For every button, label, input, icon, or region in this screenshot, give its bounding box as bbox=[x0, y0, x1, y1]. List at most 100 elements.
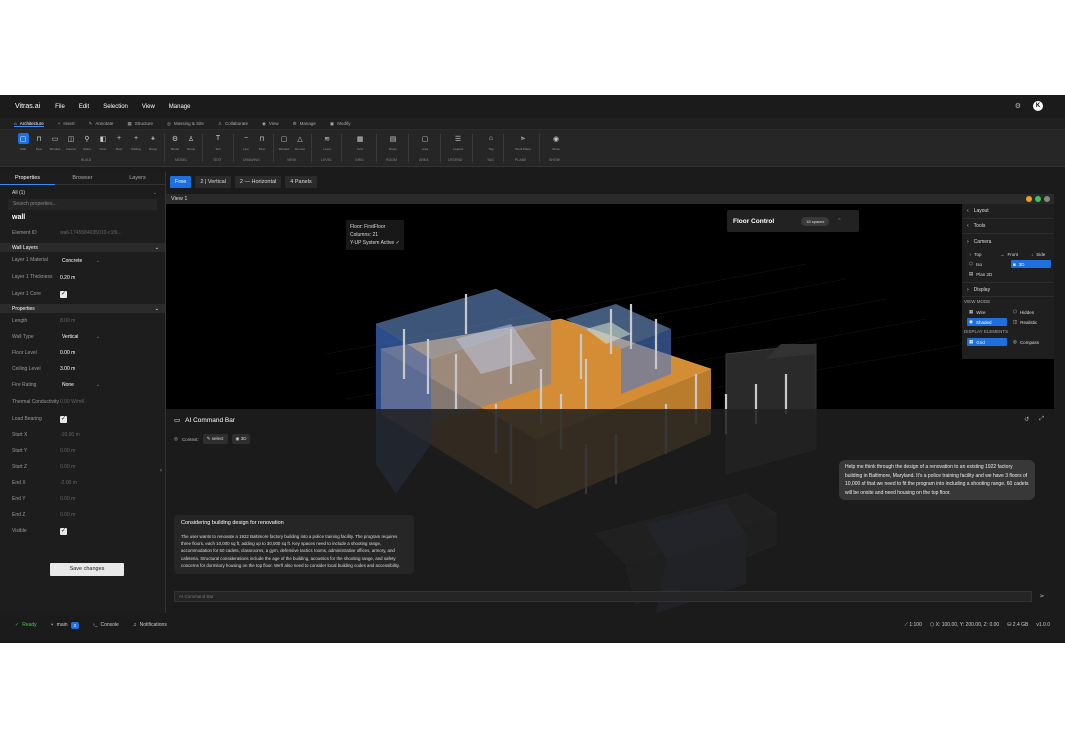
property-value[interactable]: -2.00 m bbox=[60, 480, 77, 486]
property-select[interactable]: Vertical ⌄ bbox=[60, 332, 102, 342]
tools-section[interactable]: ‹ Tools bbox=[962, 219, 1054, 234]
tool-view-window[interactable]: ▢ Window bbox=[277, 133, 291, 161]
layout-section[interactable]: ‹ Layout bbox=[962, 204, 1054, 219]
menu-manage[interactable]: Manage bbox=[169, 104, 191, 110]
mode-realistic[interactable]: ◫ Realistic bbox=[1011, 318, 1051, 326]
tool-column[interactable]: ◫ Column bbox=[64, 133, 78, 161]
tool-tag[interactable]: ⌂ Tag bbox=[484, 133, 498, 161]
camera-iso[interactable]: ⬡ Iso bbox=[967, 260, 1007, 268]
tab-manage[interactable]: ⚙ Manage bbox=[293, 121, 316, 127]
tool-grid[interactable]: ▦ Grid bbox=[353, 133, 367, 161]
tool-work-plane[interactable]: ⫸ Work Plane bbox=[515, 133, 530, 161]
settings-icon[interactable]: ⚙ bbox=[1015, 102, 1021, 110]
menu-file[interactable]: File bbox=[55, 104, 65, 110]
tool-dormer[interactable]: △ Dormer bbox=[293, 133, 307, 161]
expand-icon[interactable]: ⤢ bbox=[1039, 416, 1044, 423]
property-value[interactable]: 0.00 m bbox=[60, 448, 75, 454]
command-input[interactable]: AI Command Bar bbox=[174, 591, 1032, 602]
tab-collaborate[interactable]: ♙ Collaborate bbox=[218, 121, 248, 127]
tool-drawing-door[interactable]: ⊓ Door bbox=[255, 133, 269, 161]
send-icon[interactable]: ➢ bbox=[1039, 592, 1045, 600]
camera-side[interactable]: ↓ Side bbox=[1029, 250, 1054, 258]
tab-browser[interactable]: Browser bbox=[55, 172, 110, 185]
layer-core-checkbox[interactable]: ✓ bbox=[60, 290, 67, 298]
camera-plan-2d[interactable]: ▤ Plan 2D bbox=[967, 270, 1007, 278]
tool-ramp[interactable]: ⚹ Ramp bbox=[146, 133, 160, 161]
layout-free[interactable]: Free bbox=[170, 176, 192, 188]
display-section[interactable]: › Display bbox=[962, 282, 1054, 297]
tool-roof[interactable]: + Roof bbox=[112, 133, 126, 161]
tool-room[interactable]: ▤ Room bbox=[386, 133, 400, 161]
property-value[interactable]: 3.00 m bbox=[60, 366, 75, 372]
menu-view[interactable]: View bbox=[142, 104, 155, 110]
properties-header[interactable]: Properties ⌄ bbox=[0, 304, 165, 313]
floor-control[interactable]: Floor Control 18 spaces ⌃ bbox=[727, 210, 859, 232]
context-chip-3d[interactable]: ◉ 3D bbox=[231, 434, 251, 444]
property-value[interactable]: 8.00 m bbox=[60, 318, 75, 324]
property-value[interactable]: 0.00 W/mK bbox=[60, 399, 85, 405]
layout-2-horizontal[interactable]: 2 — Horizontal bbox=[234, 176, 282, 188]
console-button[interactable]: ›_ Console bbox=[93, 622, 119, 628]
mode-wire[interactable]: ▦ Wire bbox=[967, 308, 1007, 316]
property-select[interactable]: None ⌄ bbox=[60, 380, 102, 390]
property-checkbox[interactable]: ✓ bbox=[60, 415, 67, 423]
property-value[interactable]: 0.00 m bbox=[60, 496, 75, 502]
tool-stairs[interactable]: ⚲ Stairs bbox=[80, 133, 94, 161]
chevron-up-icon[interactable]: ⌃ bbox=[837, 218, 841, 224]
toggle-grid[interactable]: ▦ Grid bbox=[967, 338, 1007, 346]
tool-level[interactable]: ≋ Level bbox=[320, 133, 334, 161]
tab-architecture[interactable]: ⌂ Architecture bbox=[14, 121, 44, 127]
wall-layers-header[interactable]: Wall Layers ⌄ bbox=[0, 243, 165, 252]
camera-top[interactable]: ↑ Top bbox=[967, 250, 994, 258]
layer-material-select[interactable]: Concrete ⌄ bbox=[60, 256, 102, 266]
tab-structure[interactable]: ▦ Structure bbox=[127, 121, 153, 127]
property-value[interactable]: -10.00 m bbox=[60, 432, 80, 438]
history-icon[interactable]: ↺ bbox=[1024, 416, 1029, 423]
maximize-dot[interactable] bbox=[1035, 196, 1041, 202]
tool-group[interactable]: ♙ Group bbox=[184, 133, 198, 161]
layout-4-panels[interactable]: 4 Panels bbox=[285, 176, 317, 188]
layout-2-vertical[interactable]: 2 | Vertical bbox=[195, 176, 231, 188]
toggle-compass[interactable]: ◎ Compass bbox=[1011, 338, 1051, 346]
camera-front[interactable]: → Front bbox=[998, 250, 1025, 258]
minimize-dot[interactable] bbox=[1026, 196, 1032, 202]
tool-show[interactable]: ◉ Show bbox=[549, 133, 563, 161]
camera-section[interactable]: › Camera bbox=[962, 234, 1054, 249]
branch-indicator[interactable]: ⑂ main 3 bbox=[51, 621, 80, 629]
property-value[interactable]: 0.00 m bbox=[60, 512, 75, 518]
tool-line[interactable]: − Line bbox=[239, 133, 253, 161]
search-properties-input[interactable]: Search properties... bbox=[8, 199, 157, 210]
avatar[interactable]: K bbox=[1033, 101, 1043, 111]
tool-legend[interactable]: ☰ Legend bbox=[451, 133, 465, 161]
notifications-button[interactable]: ♫ Notifications bbox=[133, 622, 167, 628]
tool-text[interactable]: T Text bbox=[211, 133, 225, 161]
property-checkbox[interactable]: ✓ bbox=[60, 527, 67, 535]
tool-area[interactable]: ▢ Area bbox=[418, 133, 432, 161]
mode-shaded[interactable]: ◉ Shaded bbox=[967, 318, 1007, 326]
tab-insert[interactable]: + Insert bbox=[58, 121, 75, 126]
menu-edit[interactable]: Edit bbox=[79, 104, 89, 110]
tool-model[interactable]: ⚙ Model bbox=[168, 133, 182, 161]
tool-door[interactable]: ⊓ Door bbox=[32, 133, 46, 161]
mode-hidden[interactable]: ⬡ Hidden bbox=[1011, 308, 1051, 316]
tab-modify[interactable]: ▣ Modify bbox=[330, 121, 351, 127]
tab-annotate[interactable]: ✎ Annotate bbox=[89, 121, 114, 127]
tool-wall[interactable]: ▢ Wall bbox=[16, 133, 30, 161]
tab-layers[interactable]: Layers bbox=[110, 172, 165, 185]
property-value[interactable]: 0.00 m bbox=[60, 350, 75, 356]
context-chip-select[interactable]: ✎ select bbox=[202, 434, 228, 444]
save-changes-button[interactable]: Save changes bbox=[50, 563, 124, 576]
tool-window[interactable]: ▭ Window bbox=[48, 133, 62, 161]
tab-properties[interactable]: Properties bbox=[0, 172, 55, 185]
camera-3d[interactable]: ◙ 3D bbox=[1011, 260, 1051, 268]
tab-view[interactable]: ◉ View bbox=[262, 121, 279, 127]
property-value[interactable]: 0.00 m bbox=[60, 464, 75, 470]
menu-selection[interactable]: Selection bbox=[103, 104, 128, 110]
tool-railing[interactable]: + Railing bbox=[129, 133, 143, 161]
layer-thickness-input[interactable]: 0.20 m bbox=[60, 275, 75, 281]
tab-massing-site[interactable]: ◎ Massing & Site bbox=[167, 121, 204, 127]
collapse-panel-icon[interactable]: ‹ bbox=[160, 468, 162, 474]
close-dot[interactable] bbox=[1044, 196, 1050, 202]
selection-filter[interactable]: All (1) ⌄ bbox=[8, 187, 157, 199]
tool-floor[interactable]: ◧ Floor bbox=[96, 133, 110, 161]
